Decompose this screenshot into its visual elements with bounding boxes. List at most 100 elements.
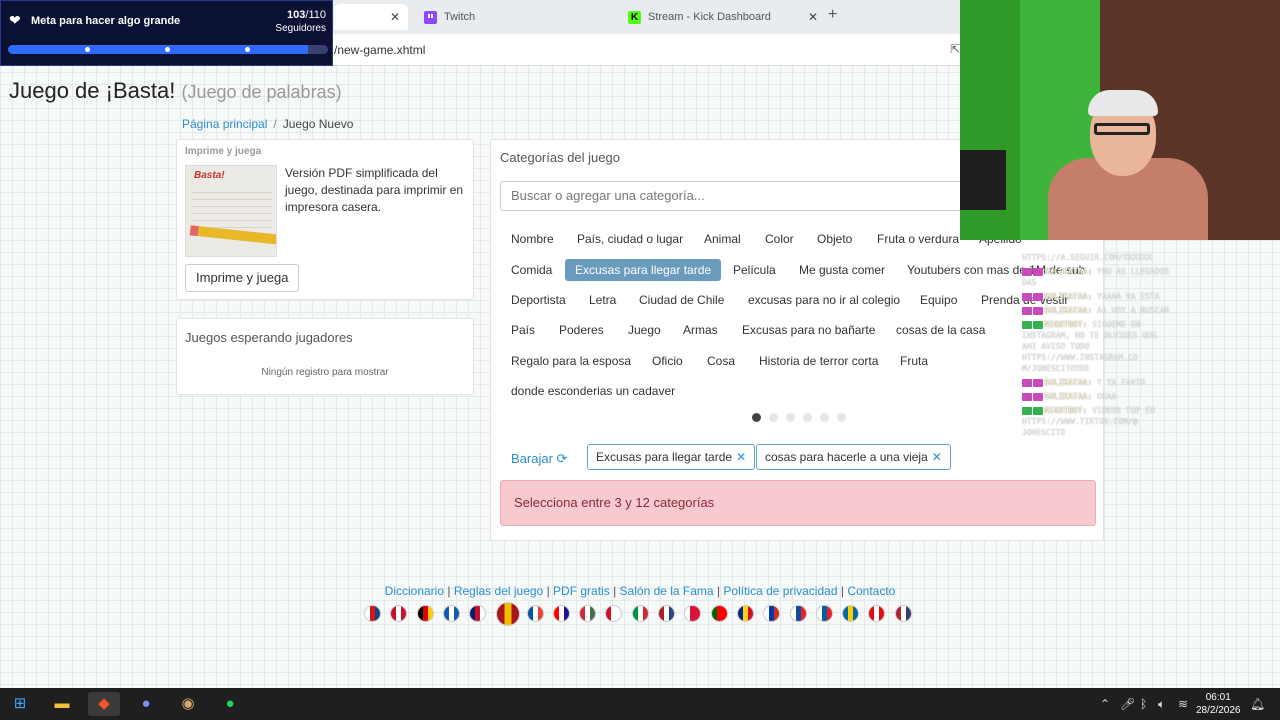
flag-poland-icon[interactable] [684, 605, 702, 622]
category-tag[interactable]: Comida [501, 259, 562, 281]
flag-slovakia-icon[interactable] [789, 605, 807, 622]
speaker-icon[interactable]: 🔈︎ [1158, 697, 1165, 712]
flag-usa-icon[interactable] [894, 605, 912, 622]
category-tag[interactable]: País [501, 319, 545, 341]
print-thumbnail-image[interactable]: Basta! [185, 165, 277, 257]
flag-italy-icon[interactable] [631, 605, 649, 622]
share-icon[interactable]: ⇱ [950, 42, 960, 56]
brave-browser-icon[interactable]: ◆ [88, 692, 120, 716]
tab-basta[interactable]: ✕ [334, 4, 408, 30]
tab-kick-dashboard[interactable]: K Stream - Kick Dashboard ✕ [628, 4, 818, 30]
category-tag[interactable]: Fruta o verdura [867, 228, 969, 250]
breadcrumb-home[interactable]: Página principal [182, 117, 267, 131]
flag-sweden-icon[interactable] [842, 605, 860, 622]
footer-link-rules[interactable]: Reglas del juego [454, 584, 543, 598]
category-tag[interactable]: donde esconderias un cadaver [501, 380, 685, 402]
category-tag[interactable]: Deportista [501, 289, 576, 311]
category-tag[interactable]: cosas de la casa [886, 319, 995, 341]
flag-turkey-icon[interactable] [868, 605, 886, 622]
taskbar: ⊞ ▬ ◆ ● ◉ ● ⌃ 🎤︎ ᛒ 🔈︎ ≋ 06:01 28/2/2026 … [0, 688, 1280, 720]
flag-germany-icon[interactable] [416, 605, 434, 622]
bluetooth-icon[interactable]: ᛒ [1140, 697, 1147, 711]
category-tag[interactable]: Excusas para no bañarte [732, 319, 885, 341]
category-tag[interactable]: Me gusta comer [789, 259, 895, 281]
windows-start-icon[interactable]: ⊞ [4, 692, 36, 716]
category-tag[interactable]: Animal [694, 228, 751, 250]
refresh-icon: ⟳ [556, 451, 568, 466]
footer-links: Diccionario | Reglas del juego | PDF gra… [0, 584, 1280, 598]
flag-denmark-icon[interactable] [390, 605, 408, 622]
notification-bell-icon[interactable]: 🔔︎ [1250, 697, 1265, 711]
flag-greece-icon[interactable] [442, 605, 460, 622]
category-tag[interactable]: Letra [579, 289, 626, 311]
category-tag[interactable]: Juego [618, 319, 671, 341]
footer-link-contact[interactable]: Contacto [847, 584, 895, 598]
wifi-icon[interactable]: ≋ [1178, 697, 1188, 711]
chat-message: SULIKATAA: YAAAA VA ESTA [1022, 291, 1172, 302]
close-tab-icon[interactable]: ✕ [808, 10, 818, 24]
flag-croatia-icon[interactable] [552, 605, 570, 622]
remove-chip-icon[interactable]: ✕ [932, 450, 942, 464]
flag-spain-icon[interactable] [495, 602, 520, 626]
category-tag[interactable]: Cosa [697, 350, 745, 372]
print-and-play-button[interactable]: Imprime y juega [185, 264, 300, 292]
pager-dot[interactable] [786, 413, 795, 422]
category-tag[interactable]: Película [723, 259, 786, 281]
category-tag[interactable]: País, ciudad o lugar [567, 228, 693, 250]
category-tag[interactable]: Armas [673, 319, 728, 341]
category-tag[interactable]: Poderes [549, 319, 614, 341]
flag-france-icon[interactable] [526, 605, 544, 622]
category-tag[interactable]: excusas para no ir al colegio [738, 289, 910, 311]
system-clock[interactable]: 06:01 28/2/2026 [1196, 691, 1241, 717]
footer-link-dictionary[interactable]: Diccionario [385, 584, 444, 598]
category-tag[interactable]: Nombre [501, 228, 564, 250]
flag-indonesia-icon[interactable] [605, 605, 623, 622]
discord-icon[interactable]: ● [130, 692, 162, 716]
obs-icon[interactable]: ◉ [172, 692, 204, 716]
footer-link-pdf[interactable]: PDF gratis [553, 584, 610, 598]
pager-dot[interactable] [820, 413, 829, 422]
category-tag[interactable]: Regalo para la esposa [501, 350, 641, 372]
tab-twitch[interactable]: Twitch [424, 4, 604, 30]
pager-dot[interactable] [837, 413, 846, 422]
selected-category-chip[interactable]: Excusas para llegar tarde ✕ [587, 444, 756, 470]
microphone-icon[interactable]: 🎤︎ [1120, 697, 1135, 711]
webcam-person-glasses [1094, 123, 1150, 135]
file-explorer-icon[interactable]: ▬ [46, 692, 78, 716]
flag-portugal-icon[interactable] [710, 605, 728, 622]
new-tab-icon[interactable]: + [828, 6, 837, 24]
category-tag[interactable]: Ciudad de Chile [629, 289, 734, 311]
flag-netherlands-icon[interactable] [658, 605, 675, 622]
category-tag[interactable]: Oficio [642, 350, 693, 372]
chat-message: HTTPS://A.SEGUIR.COM/XXXXXX [1022, 252, 1172, 263]
category-tag[interactable]: Historia de terror corta [749, 350, 888, 372]
print-description: Versión PDF simplificada del juego, dest… [285, 166, 464, 214]
flag-hungary-icon[interactable] [579, 605, 597, 622]
close-tab-icon[interactable]: ✕ [390, 10, 400, 24]
shuffle-label: Barajar [511, 451, 553, 466]
category-search-input[interactable]: Buscar o agregar una categoría... [500, 181, 970, 211]
flag-uk-icon[interactable] [469, 605, 487, 622]
flag-czech-icon[interactable] [364, 605, 381, 622]
pager-dot[interactable] [752, 413, 761, 422]
flag-romania-icon[interactable] [736, 605, 754, 622]
chevron-up-icon[interactable]: ⌃ [1100, 697, 1110, 711]
selected-category-chip[interactable]: cosas para hacerle a una vieja ✕ [756, 444, 951, 470]
category-tag[interactable]: Objeto [807, 228, 862, 250]
print-panel-heading: Imprime y juega [185, 146, 262, 157]
spotify-icon[interactable]: ● [214, 692, 246, 716]
clock-time: 06:01 [1205, 692, 1231, 703]
chat-text: YAAAA VA ESTA [1097, 292, 1160, 301]
flag-slovenia-icon[interactable] [815, 605, 833, 622]
category-tag[interactable]: Excusas para llegar tarde [565, 259, 722, 281]
pager-dot[interactable] [803, 413, 812, 422]
remove-chip-icon[interactable]: ✕ [736, 450, 746, 464]
category-tag[interactable]: Fruta [890, 350, 938, 372]
footer-link-hall-of-fame[interactable]: Salón de la Fama [620, 584, 714, 598]
pager-dot[interactable] [769, 413, 778, 422]
footer-link-privacy[interactable]: Política de privacidad [723, 584, 837, 598]
category-tag[interactable]: Color [755, 228, 804, 250]
flag-russia-icon[interactable] [763, 605, 781, 622]
category-tag[interactable]: Equipo [910, 289, 967, 311]
shuffle-button[interactable]: Barajar ⟳ [511, 451, 567, 467]
